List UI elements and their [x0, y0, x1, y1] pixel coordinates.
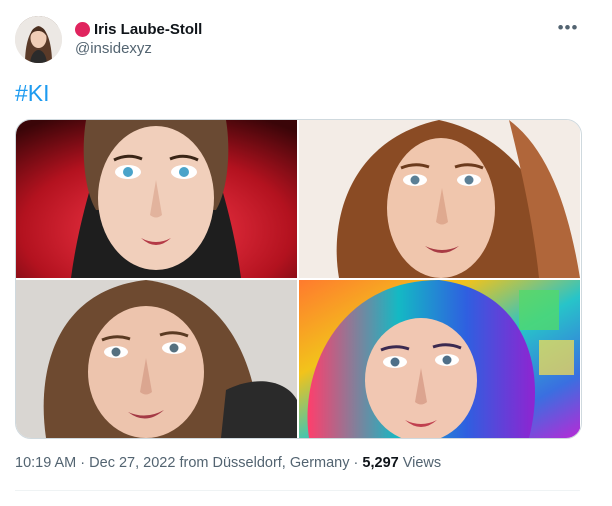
portrait-grey-background-icon [16, 280, 297, 438]
red-circle-icon [75, 21, 90, 37]
tweet-location: from Düsseldorf, Germany [179, 455, 350, 471]
tweet-metadata: 10:19 AM · Dec 27, 2022 from Düsseldorf,… [15, 455, 441, 471]
separator-dot: · [80, 455, 86, 471]
divider [15, 490, 580, 491]
views-count: 5,297 [362, 455, 399, 471]
hashtag-link[interactable]: #KI [15, 80, 50, 107]
portrait-rainbow-hair-icon [299, 280, 580, 438]
more-options-icon[interactable]: ••• [556, 18, 580, 38]
media-image-4[interactable] [299, 280, 580, 438]
author-name-row[interactable]: Iris Laube-Stoll [75, 19, 202, 39]
author-display-name[interactable]: Iris Laube-Stoll [94, 21, 202, 38]
media-image-2[interactable] [299, 120, 580, 278]
profile-photo-icon [15, 16, 62, 63]
tweet-date[interactable]: Dec 27, 2022 [89, 455, 175, 471]
tweet-card: Iris Laube-Stoll @insidexyz ••• #KI 10:1… [0, 0, 612, 506]
author-avatar[interactable] [15, 16, 62, 63]
media-image-1[interactable] [16, 120, 297, 278]
views-label: Views [402, 455, 442, 471]
author-handle[interactable]: @insidexyz [75, 40, 152, 57]
portrait-auburn-hair-icon [299, 120, 580, 278]
portrait-red-background-icon [16, 120, 297, 278]
tweet-time[interactable]: 10:19 AM [15, 455, 76, 471]
media-image-3[interactable] [16, 280, 297, 438]
media-grid [15, 119, 582, 439]
separator-dot: · [353, 455, 359, 471]
